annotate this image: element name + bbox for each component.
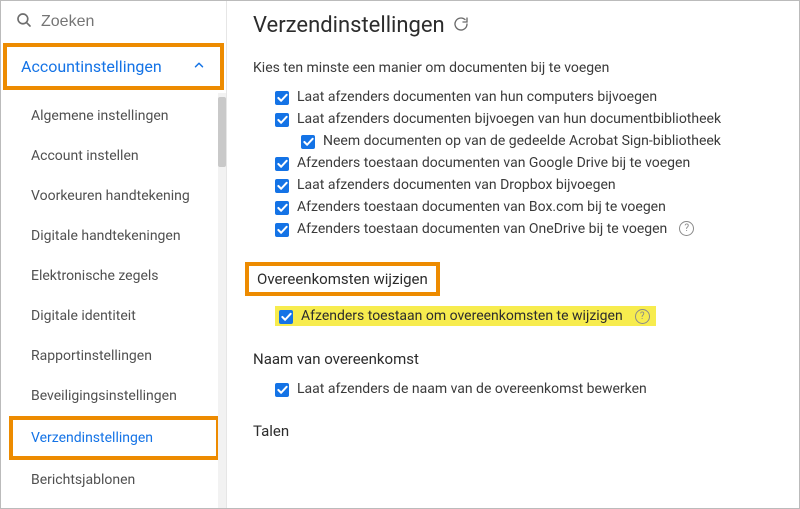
- chevron-up-icon: [192, 57, 206, 76]
- heading-agreement-name: Naam van overeenkomst: [253, 350, 777, 368]
- checkbox-icon: [301, 135, 315, 149]
- search-icon: [15, 11, 33, 33]
- check-label: Laat afzenders documenten van Dropbox bi…: [297, 177, 616, 193]
- checkbox-icon: [275, 113, 289, 127]
- sidebar-item-send-settings[interactable]: Verzendinstellingen: [9, 416, 220, 460]
- accordion-label: Accountinstellingen: [21, 57, 162, 76]
- check-label: Afzenders toestaan documenten van Box.co…: [297, 199, 666, 215]
- page-title: Verzendinstellingen: [253, 13, 777, 38]
- check-attach-computers[interactable]: Laat afzenders documenten van hun comput…: [275, 86, 777, 108]
- sidebar-scrollbar[interactable]: [218, 93, 226, 508]
- check-label: Neem documenten op van de gedeelde Acrob…: [323, 133, 721, 149]
- check-label: Laat afzenders documenten bijvoegen van …: [297, 111, 721, 127]
- check-attach-library[interactable]: Laat afzenders documenten bijvoegen van …: [275, 108, 777, 130]
- scrollbar-thumb[interactable]: [218, 97, 226, 167]
- checkbox-icon: [275, 223, 289, 237]
- main-content: Verzendinstellingen Kies ten minste een …: [227, 1, 799, 508]
- check-allow-modify-agreements[interactable]: Afzenders toestaan om overeenkomsten te …: [275, 306, 656, 326]
- sidebar-item-general[interactable]: Algemene instellingen: [1, 96, 226, 136]
- search-input[interactable]: [41, 13, 212, 31]
- sidebar: Accountinstellingen Algemene instellinge…: [1, 1, 227, 508]
- check-edit-agreement-name[interactable]: Laat afzenders de naam van de overeenkom…: [275, 378, 777, 400]
- checkbox-icon: [275, 383, 289, 397]
- heading-modify-agreements: Overeenkomsten wijzigen: [245, 262, 440, 296]
- sidebar-item-eseals[interactable]: Elektronische zegels: [1, 256, 226, 296]
- sidebar-item-message-templates[interactable]: Berichtsjablonen: [1, 460, 226, 500]
- nav-scroll: Algemene instellingen Account instellen …: [1, 90, 226, 508]
- check-label: Laat afzenders documenten van hun comput…: [297, 89, 657, 105]
- accordion-account-settings[interactable]: Accountinstellingen: [3, 43, 224, 90]
- sidebar-item-digital-signatures[interactable]: Digitale handtekeningen: [1, 216, 226, 256]
- page-title-text: Verzendinstellingen: [253, 13, 445, 38]
- check-attach-dropbox[interactable]: Laat afzenders documenten van Dropbox bi…: [275, 174, 777, 196]
- checkbox-icon: [275, 201, 289, 215]
- attach-intro: Kies ten minste een manier om documenten…: [253, 60, 777, 76]
- sidebar-item-account-setup[interactable]: Account instellen: [1, 136, 226, 176]
- heading-languages: Talen: [253, 422, 777, 440]
- check-label: Afzenders toestaan documenten van OneDri…: [297, 221, 667, 237]
- attach-options-list: Laat afzenders documenten van hun comput…: [275, 86, 777, 240]
- sidebar-item-security[interactable]: Beveiligingsinstellingen: [1, 376, 226, 416]
- nav-items: Algemene instellingen Account instellen …: [1, 90, 226, 506]
- check-attach-onedrive[interactable]: Afzenders toestaan documenten van OneDri…: [275, 218, 777, 240]
- help-icon[interactable]: ?: [635, 309, 650, 324]
- sidebar-item-digital-id[interactable]: Digitale identiteit: [1, 296, 226, 336]
- check-label: Afzenders toestaan documenten van Google…: [297, 155, 690, 171]
- checkbox-icon: [275, 91, 289, 105]
- checkbox-icon: [279, 310, 293, 324]
- sidebar-item-reports[interactable]: Rapportinstellingen: [1, 336, 226, 376]
- check-attach-google[interactable]: Afzenders toestaan documenten van Google…: [275, 152, 777, 174]
- sidebar-item-signature-prefs[interactable]: Voorkeuren handtekening: [1, 176, 226, 216]
- search-row: [1, 1, 226, 43]
- refresh-icon[interactable]: [453, 13, 469, 38]
- check-attach-shared-library[interactable]: Neem documenten op van de gedeelde Acrob…: [301, 130, 777, 152]
- check-attach-box[interactable]: Afzenders toestaan documenten van Box.co…: [275, 196, 777, 218]
- check-label: Afzenders toestaan om overeenkomsten te …: [301, 308, 623, 324]
- checkbox-icon: [275, 157, 289, 171]
- help-icon[interactable]: ?: [679, 221, 694, 236]
- checkbox-icon: [275, 179, 289, 193]
- check-label: Laat afzenders de naam van de overeenkom…: [297, 381, 647, 397]
